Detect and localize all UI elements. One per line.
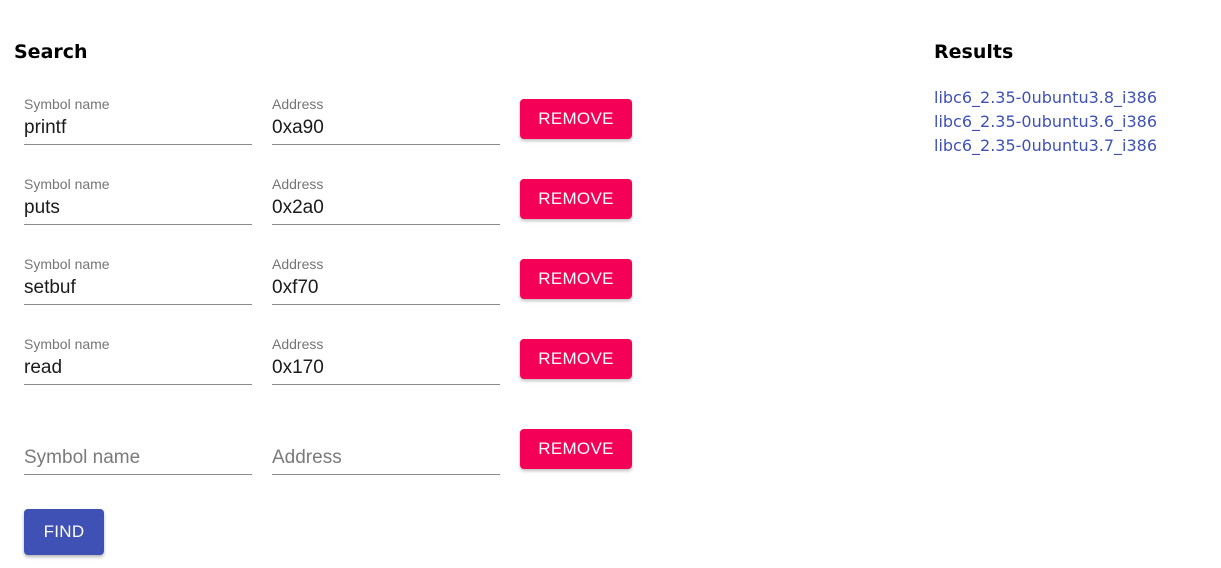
symbol-name-field[interactable]: Symbol name: [24, 94, 252, 145]
symbol-name-field[interactable]: Symbol name: [24, 254, 252, 305]
address-input[interactable]: [272, 356, 500, 380]
symbol-name-input[interactable]: [24, 196, 252, 220]
address-label: Address: [272, 176, 324, 192]
address-input[interactable]: [272, 116, 500, 140]
address-input[interactable]: [272, 196, 500, 220]
address-label: Address: [272, 336, 324, 352]
remove-button[interactable]: REMOVE: [520, 179, 632, 219]
symbol-name-label: Symbol name: [24, 176, 110, 192]
address-input[interactable]: [272, 446, 500, 470]
symbol-name-field[interactable]: Symbol name: [24, 174, 252, 225]
symbol-row: Symbol name Address REMOVE: [24, 94, 644, 154]
address-label: Address: [272, 256, 324, 272]
address-field[interactable]: Address: [272, 94, 500, 145]
address-field[interactable]: Address: [272, 254, 500, 305]
symbol-name-input[interactable]: [24, 116, 252, 140]
find-button[interactable]: FIND: [24, 509, 104, 555]
remove-button[interactable]: REMOVE: [520, 339, 632, 379]
address-label: Address: [272, 96, 324, 112]
symbol-name-input[interactable]: [24, 276, 252, 300]
address-field[interactable]: Address: [272, 334, 500, 385]
list-item: libc6_2.35-0ubuntu3.7_i386: [934, 134, 1157, 158]
result-link[interactable]: libc6_2.35-0ubuntu3.6_i386: [934, 112, 1157, 131]
results-title: Results: [934, 41, 1014, 63]
symbol-name-label: Symbol name: [24, 256, 110, 272]
symbol-name-input[interactable]: [24, 356, 252, 380]
symbol-name-field[interactable]: Symbol name: [24, 334, 252, 385]
symbol-name-input[interactable]: [24, 446, 252, 470]
address-input[interactable]: [272, 276, 500, 300]
symbol-row: Symbol name Address REMOVE: [24, 174, 644, 234]
remove-button[interactable]: REMOVE: [520, 259, 632, 299]
symbol-row: Symbol name Address REMOVE: [24, 334, 644, 394]
empty-symbol-row: REMOVE: [24, 424, 644, 484]
symbol-row: Symbol name Address REMOVE: [24, 254, 644, 314]
list-item: libc6_2.35-0ubuntu3.8_i386: [934, 86, 1157, 110]
result-link[interactable]: libc6_2.35-0ubuntu3.7_i386: [934, 136, 1157, 155]
address-field[interactable]: Address: [272, 174, 500, 225]
remove-button[interactable]: REMOVE: [520, 429, 632, 469]
list-item: libc6_2.35-0ubuntu3.6_i386: [934, 110, 1157, 134]
results-list: libc6_2.35-0ubuntu3.8_i386 libc6_2.35-0u…: [934, 86, 1157, 158]
remove-button[interactable]: REMOVE: [520, 99, 632, 139]
symbol-name-label: Symbol name: [24, 96, 110, 112]
result-link[interactable]: libc6_2.35-0ubuntu3.8_i386: [934, 88, 1157, 107]
address-field[interactable]: [272, 424, 500, 475]
symbol-name-label: Symbol name: [24, 336, 110, 352]
search-title: Search: [14, 41, 88, 63]
symbol-name-field[interactable]: [24, 424, 252, 475]
